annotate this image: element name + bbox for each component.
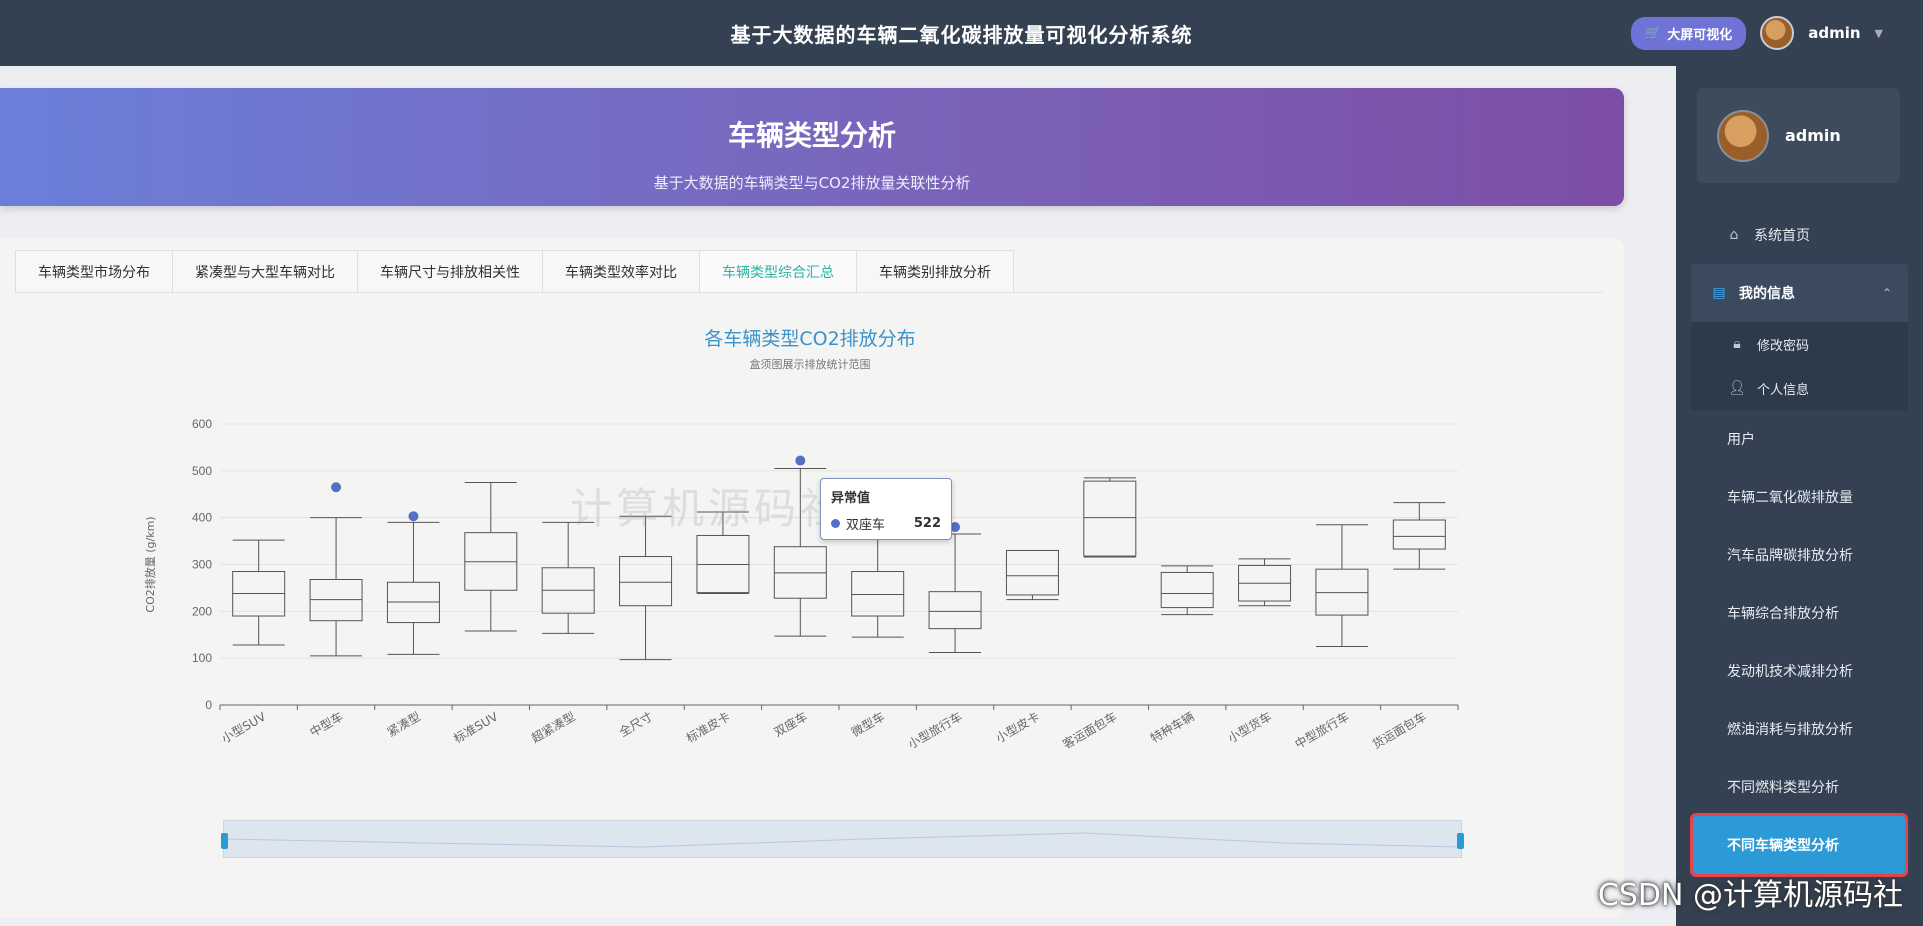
tooltip-title: 异常值 xyxy=(831,491,871,506)
sidebar-item-users[interactable]: 用户 xyxy=(1676,410,1923,468)
tooltip-value: 522 xyxy=(913,516,941,531)
sidebar-item-my-info[interactable]: ▤ 我的信息 ⌃ xyxy=(1691,264,1908,322)
slider-handle-left[interactable] xyxy=(221,833,228,849)
sidebar-submenu: 🔒︎ 修改密码 👤︎ 个人信息 xyxy=(1691,322,1908,410)
user-icon: 👤︎ xyxy=(1728,380,1746,396)
slider-preview xyxy=(224,832,1461,848)
tab-summary[interactable]: 车辆类型综合汇总 xyxy=(699,250,857,292)
sidebar-item-fuel-consumption[interactable]: 燃油消耗与排放分析 xyxy=(1676,700,1923,758)
top-username[interactable]: admin xyxy=(1808,24,1860,42)
tab-market-distribution[interactable]: 车辆类型市场分布 xyxy=(15,250,173,292)
cart-icon: 🛒 xyxy=(1645,25,1662,41)
chevron-down-icon[interactable]: ▼ xyxy=(1875,27,1883,40)
avatar xyxy=(1717,109,1769,162)
sidebar-item-label: 个人信息 xyxy=(1757,382,1810,398)
sidebar-item-change-password[interactable]: 🔒︎ 修改密码 xyxy=(1691,322,1908,366)
series-dot-icon xyxy=(831,519,840,528)
sidebar-item-co2-emission[interactable]: 车辆二氧化碳排放量 xyxy=(1676,468,1923,526)
sidebar-item-home[interactable]: ⌂ 系统首页 xyxy=(1676,206,1923,264)
page-subtitle: 基于大数据的车辆类型与CO2排放量关联性分析 xyxy=(653,174,971,192)
sidebar: admin ⌂ 系统首页 ▤ 我的信息 ⌃ 🔒︎ 修改密码 👤︎ 个人信息 用户… xyxy=(1676,66,1923,926)
profile-card-icon: ▤ xyxy=(1712,285,1726,301)
csdn-watermark: CSDN @计算机源码社 xyxy=(1597,878,1903,913)
sidebar-item-brand-emission[interactable]: 汽车品牌碳排放分析 xyxy=(1676,526,1923,584)
sidebar-item-label: 修改密码 xyxy=(1757,338,1810,354)
big-screen-label: 大屏可视化 xyxy=(1667,27,1733,43)
tab-efficiency[interactable]: 车辆类型效率对比 xyxy=(542,250,700,292)
tab-category-emission[interactable]: 车辆类别排放分析 xyxy=(856,250,1014,292)
profile-name: admin xyxy=(1785,126,1841,145)
tab-compact-vs-large[interactable]: 紧凑型与大型车辆对比 xyxy=(172,250,358,292)
top-bar: 基于大数据的车辆二氧化碳排放量可视化分析系统 🛒 大屏可视化 admin ▼ xyxy=(0,0,1923,66)
page-banner: 车辆类型分析 基于大数据的车辆类型与CO2排放量关联性分析 xyxy=(0,88,1624,206)
app-title: 基于大数据的车辆二氧化碳排放量可视化分析系统 xyxy=(730,22,1193,47)
chart-title: 各车辆类型CO2排放分布 xyxy=(704,328,916,350)
page-title: 车辆类型分析 xyxy=(727,119,896,152)
sidebar-item-fuel-type[interactable]: 不同燃料类型分析 xyxy=(1676,758,1923,816)
sidebar-item-label: 系统首页 xyxy=(1754,228,1810,244)
chevron-up-icon: ⌃ xyxy=(1881,286,1892,300)
sidebar-item-label: 我的信息 xyxy=(1739,286,1795,302)
chart-tooltip: 异常值 双座车 522 xyxy=(820,478,952,540)
sidebar-item-overall-emission[interactable]: 车辆综合排放分析 xyxy=(1676,584,1923,642)
chart-area: 各车辆类型CO2排放分布 盒须图展示排放统计范围 xyxy=(0,298,1624,898)
lock-icon: 🔒︎ xyxy=(1733,336,1741,352)
tab-size-correlation[interactable]: 车辆尺寸与排放相关性 xyxy=(357,250,543,292)
chart-subtitle: 盒须图展示排放统计范围 xyxy=(749,358,871,371)
avatar[interactable] xyxy=(1760,16,1795,50)
analysis-card: 车辆类型市场分布 紧凑型与大型车辆对比 车辆尺寸与排放相关性 车辆类型效率对比 … xyxy=(0,238,1624,918)
profile-card[interactable]: admin xyxy=(1697,88,1900,183)
slider-handle-right[interactable] xyxy=(1457,833,1464,849)
big-screen-button[interactable]: 🛒 大屏可视化 xyxy=(1631,16,1747,50)
tooltip-row: 双座车 522 xyxy=(831,514,941,533)
tooltip-series: 双座车 xyxy=(846,518,886,533)
data-zoom-slider[interactable] xyxy=(221,820,1464,858)
sidebar-item-engine-tech[interactable]: 发动机技术减排分析 xyxy=(1676,642,1923,700)
sidebar-item-personal-info[interactable]: 👤︎ 个人信息 xyxy=(1691,366,1908,410)
sidebar-item-vehicle-type[interactable]: 不同车辆类型分析 xyxy=(1690,813,1908,877)
topbar-right: 🛒 大屏可视化 admin ▼ xyxy=(1631,0,1883,66)
home-icon: ⌂ xyxy=(1729,227,1739,243)
sidebar-nav: ⌂ 系统首页 ▤ 我的信息 ⌃ 🔒︎ 修改密码 👤︎ 个人信息 用户 车辆二氧化… xyxy=(1676,206,1923,877)
tab-bar: 车辆类型市场分布 紧凑型与大型车辆对比 车辆尺寸与排放相关性 车辆类型效率对比 … xyxy=(15,250,1603,293)
